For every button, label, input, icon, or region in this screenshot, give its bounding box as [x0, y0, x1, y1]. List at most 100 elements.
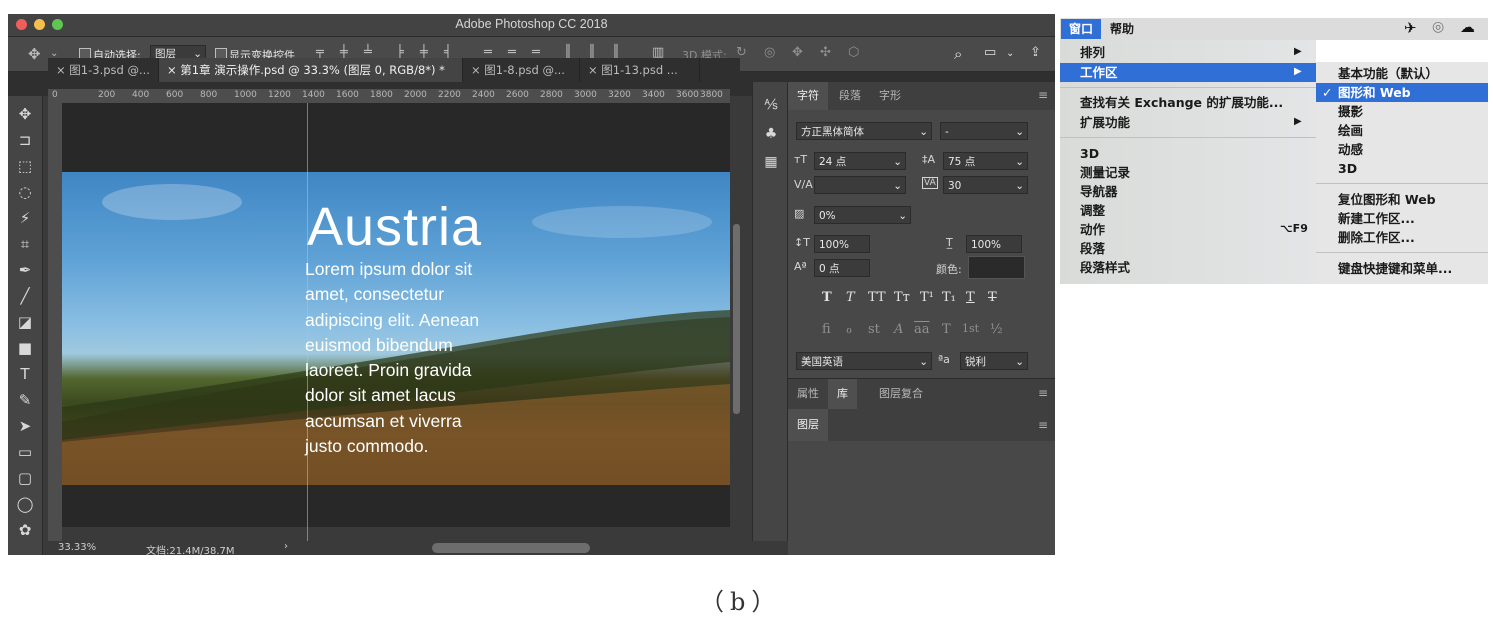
- magic-wand-tool-icon[interactable]: ⚡: [15, 208, 35, 228]
- faux-italic-button[interactable]: T: [846, 290, 855, 305]
- history-icon[interactable]: ⅍: [762, 96, 780, 114]
- submenu-item-delete-workspace[interactable]: 删除工作区...: [1338, 228, 1415, 247]
- tsume-field[interactable]: 0% ⌄: [814, 206, 911, 224]
- share-icon[interactable]: ⇪: [1030, 45, 1041, 60]
- titling-alternates-button[interactable]: T: [942, 322, 951, 337]
- eraser-tool-icon[interactable]: ◪: [15, 312, 35, 332]
- small-caps-button[interactable]: Tт: [894, 290, 910, 305]
- move-tool-icon[interactable]: ✥: [15, 104, 35, 124]
- move-tool-icon[interactable]: ✥: [28, 45, 41, 63]
- menu-item-adjustments[interactable]: 调整: [1080, 201, 1105, 220]
- font-style-select[interactable]: - ⌄: [940, 122, 1028, 140]
- artboard-tool-icon[interactable]: ⊐: [15, 130, 35, 150]
- menu-item-3d[interactable]: 3D: [1080, 144, 1099, 163]
- rectangle-tool-icon[interactable]: ▭: [15, 442, 35, 462]
- table-icon[interactable]: ▦: [762, 154, 780, 172]
- discretionary-ligatures-button[interactable]: st: [868, 322, 880, 337]
- chevron-down-icon[interactable]: ⌄: [1006, 48, 1014, 59]
- all-caps-button[interactable]: TT: [868, 290, 886, 305]
- submenu-item-essentials[interactable]: 基本功能（默认）: [1338, 64, 1438, 83]
- menu-item-navigator[interactable]: 导航器: [1080, 182, 1118, 201]
- path-selection-tool-icon[interactable]: ➤: [15, 416, 35, 436]
- menu-item-workspace[interactable]: 工作区: [1080, 63, 1118, 82]
- submenu-item-3d[interactable]: 3D: [1338, 159, 1357, 178]
- type-tool-icon[interactable]: T: [15, 364, 35, 384]
- pen-tool-icon[interactable]: ✎: [15, 390, 35, 410]
- tab-doc-1-13[interactable]: × 图1-13.psd ...: [580, 58, 700, 82]
- tab-libraries[interactable]: 库: [828, 379, 857, 409]
- menu-item-exchange[interactable]: 查找有关 Exchange 的扩展功能...: [1080, 93, 1283, 112]
- tab-glyphs[interactable]: 字形: [870, 82, 910, 110]
- tab-doc-1-8[interactable]: × 图1-8.psd @...: [463, 58, 580, 82]
- fractions-button[interactable]: ½: [990, 322, 1003, 337]
- menu-help[interactable]: 帮助: [1110, 19, 1134, 39]
- superscript-button[interactable]: T¹: [920, 290, 934, 305]
- search-icon[interactable]: ⌕: [954, 45, 962, 63]
- stylistic-alternates-button[interactable]: aa: [914, 322, 930, 337]
- baseline-shift-field[interactable]: 0 点: [814, 259, 870, 277]
- 3d-slide-icon[interactable]: ✣: [820, 45, 831, 60]
- language-select[interactable]: 美国英语 ⌄: [796, 352, 932, 370]
- tracking-field[interactable]: 30 ⌄: [943, 176, 1028, 194]
- leading-field[interactable]: 75 点 ⌄: [943, 152, 1028, 170]
- tab-layers[interactable]: 图层: [788, 409, 828, 441]
- custom-shape-tool-icon[interactable]: ✿: [15, 520, 35, 540]
- menu-item-extensions[interactable]: 扩展功能: [1080, 113, 1130, 132]
- menu-window[interactable]: 窗口: [1061, 19, 1101, 39]
- submenu-item-motion[interactable]: 动感: [1338, 140, 1363, 159]
- tab-character[interactable]: 字符: [788, 82, 828, 110]
- marquee-tool-icon[interactable]: ⬚: [15, 156, 35, 176]
- lasso-tool-icon[interactable]: ◌: [15, 182, 35, 202]
- horizontal-scrollbar[interactable]: [432, 543, 590, 553]
- menu-item-paragraph[interactable]: 段落: [1080, 239, 1105, 258]
- tab-doc-1-3[interactable]: × 图1-3.psd @...: [48, 58, 159, 82]
- tab-layer-comps[interactable]: 图层复合: [870, 379, 932, 409]
- menu-item-actions[interactable]: 动作: [1080, 220, 1105, 239]
- submenu-item-new-workspace[interactable]: 新建工作区...: [1338, 209, 1415, 228]
- antialias-select[interactable]: 锐利 ⌄: [960, 352, 1028, 370]
- 3d-scale-icon[interactable]: ⬡: [848, 45, 859, 60]
- bird-icon[interactable]: ✈: [1404, 19, 1417, 37]
- ligatures-button[interactable]: fi: [822, 322, 831, 337]
- submenu-item-keyboard-shortcuts[interactable]: 键盘快捷键和菜单...: [1338, 259, 1452, 278]
- vertical-scrollbar[interactable]: [733, 224, 740, 414]
- menu-item-paragraph-styles[interactable]: 段落样式: [1080, 258, 1130, 277]
- eyedropper-tool-icon[interactable]: ✒: [15, 260, 35, 280]
- actions-icon[interactable]: ♣: [762, 126, 780, 144]
- tab-paragraph[interactable]: 段落: [830, 82, 870, 110]
- gradient-tool-icon[interactable]: ■: [15, 338, 35, 358]
- panel-menu-icon[interactable]: ≡: [1038, 386, 1048, 400]
- strikethrough-button[interactable]: T: [988, 290, 997, 305]
- submenu-item-photography[interactable]: 摄影: [1338, 102, 1363, 121]
- menu-item-arrange[interactable]: 排列: [1080, 43, 1105, 62]
- crop-tool-icon[interactable]: ⌗: [15, 234, 35, 254]
- font-family-select[interactable]: 方正黑体简体 ⌄: [796, 122, 932, 140]
- panel-menu-icon[interactable]: ≡: [1038, 88, 1048, 102]
- 3d-drag-icon[interactable]: ✥: [792, 45, 803, 60]
- rounded-rect-tool-icon[interactable]: ▢: [15, 468, 35, 488]
- kerning-field[interactable]: ⌄: [814, 176, 906, 194]
- zoom-level[interactable]: 33.33%: [58, 542, 96, 553]
- faux-bold-button[interactable]: T: [822, 290, 832, 305]
- submenu-item-graphic-web[interactable]: 图形和 Web: [1338, 83, 1411, 102]
- creative-cloud-icon[interactable]: ◎: [1432, 19, 1444, 35]
- workspace-icon[interactable]: ▭: [984, 45, 996, 60]
- wechat-icon[interactable]: ☁: [1460, 18, 1475, 36]
- tab-doc-chapter1[interactable]: × 第1章 演示操作.psd @ 33.3% (图层 0, RGB/8*) *: [159, 58, 463, 82]
- underline-button[interactable]: T: [966, 290, 975, 305]
- contextual-alternates-button[interactable]: ℴ: [846, 322, 852, 337]
- brush-tool-icon[interactable]: ╱: [15, 286, 35, 306]
- horizontal-scale-field[interactable]: 100%: [966, 235, 1022, 253]
- tab-properties[interactable]: 属性: [788, 379, 828, 409]
- submenu-item-reset[interactable]: 复位图形和 Web: [1338, 190, 1436, 209]
- font-size-field[interactable]: 24 点 ⌄: [814, 152, 906, 170]
- text-color-swatch[interactable]: [968, 256, 1025, 279]
- subscript-button[interactable]: T₁: [942, 290, 956, 305]
- submenu-item-painting[interactable]: 绘画: [1338, 121, 1363, 140]
- menu-item-measurement-log[interactable]: 测量记录: [1080, 163, 1130, 182]
- ellipse-tool-icon[interactable]: ◯: [15, 494, 35, 514]
- vertical-scale-field[interactable]: 100%: [814, 235, 870, 253]
- swash-button[interactable]: A: [894, 322, 903, 337]
- status-menu-arrow[interactable]: ›: [284, 541, 288, 552]
- ordinals-button[interactable]: 1st: [962, 322, 979, 335]
